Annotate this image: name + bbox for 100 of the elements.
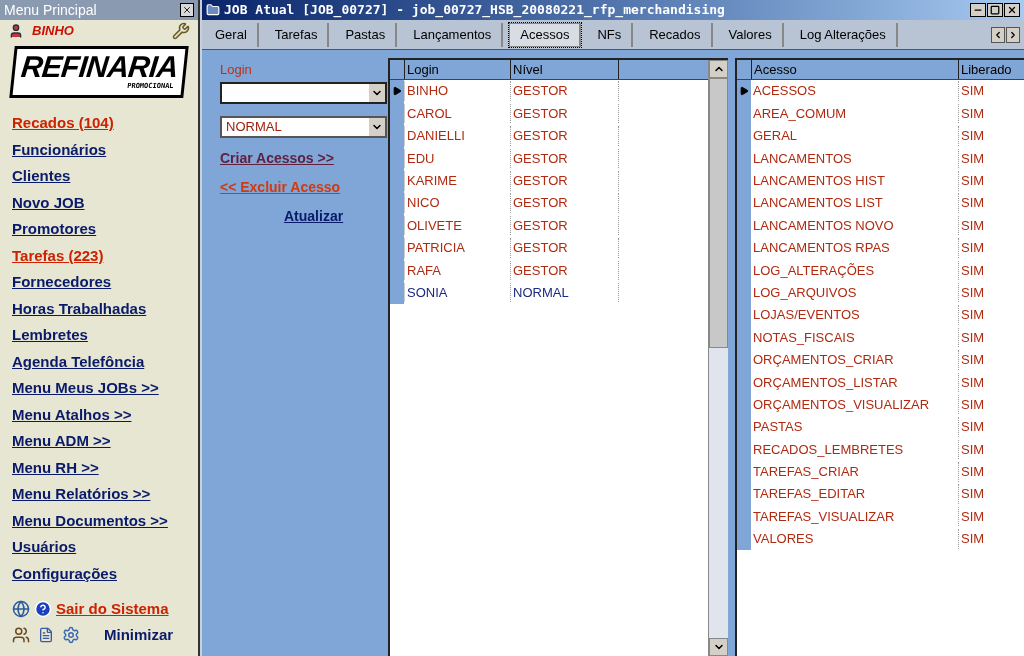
column-header[interactable]: Liberado — [958, 60, 1024, 79]
table-cell: SIM — [958, 148, 1024, 169]
menu-link[interactable]: Lembretes — [12, 324, 88, 345]
tab[interactable]: Log Alterações — [789, 22, 898, 47]
row-header-cell[interactable] — [737, 527, 751, 551]
table-cell: PATRICIA — [404, 238, 510, 258]
menu-link[interactable]: Menu Documentos >> — [12, 509, 168, 531]
globe-icon[interactable] — [12, 599, 30, 618]
menu-link[interactable]: Clientes — [12, 165, 71, 186]
table-cell: SIM — [958, 171, 1024, 191]
table-cell-text: LANCAMENTOS HIST — [752, 172, 886, 190]
menu-link[interactable]: Configurações — [12, 562, 117, 584]
table-cell-text: PASTAS — [752, 418, 804, 437]
menu-link[interactable]: Recados (104) — [12, 112, 114, 133]
tab[interactable]: Valores — [718, 22, 784, 47]
tab[interactable]: Tarefas — [264, 22, 330, 47]
document-icon[interactable] — [38, 627, 54, 644]
table-cell: SONIA — [404, 282, 510, 303]
users-icon[interactable] — [12, 626, 30, 645]
column-header[interactable]: Nível — [510, 60, 619, 79]
settings-icon[interactable] — [62, 626, 80, 645]
wrench-icon[interactable] — [172, 22, 190, 40]
table-cell: GESTOR — [510, 103, 619, 124]
table-cell: OLIVETE — [404, 215, 510, 236]
menu-link[interactable]: Novo JOB — [12, 191, 85, 213]
table-cell: SIM — [958, 439, 1024, 460]
login-label: Login — [220, 61, 253, 79]
table-cell: GESTOR — [510, 81, 619, 101]
row-header-cell[interactable] — [390, 281, 404, 304]
tab-scroll-left[interactable] — [991, 26, 1005, 43]
table-cell-text: RECADOS_LEMBRETES — [752, 440, 905, 459]
table-cell-text: LANCAMENTOS — [752, 149, 853, 168]
table-cell: SIM — [958, 417, 1024, 437]
menu-link[interactable]: Menu RH >> — [12, 456, 99, 478]
menu-link[interactable]: Horas Trabalhadas — [12, 297, 147, 319]
exit-link[interactable]: Sair do Sistema — [56, 597, 169, 620]
table-cell: SIM — [958, 506, 1024, 527]
table-cell: SIM — [958, 193, 1024, 213]
minimize-link[interactable]: Minimizar — [104, 624, 174, 647]
table-cell: SIM — [958, 305, 1024, 325]
table-cell: EDU — [404, 148, 510, 169]
table-cell: SIM — [958, 126, 1024, 146]
table-cell-text: TAREFAS_CRIAR — [752, 463, 860, 482]
table-cell: SIM — [958, 81, 1024, 101]
login-select[interactable] — [220, 81, 387, 104]
right-icon — [1008, 29, 1018, 40]
maximize-button[interactable] — [987, 3, 1003, 17]
tab[interactable]: Acessos — [509, 22, 582, 47]
scrollbar[interactable] — [708, 60, 728, 656]
table-cell: GESTOR — [510, 148, 619, 169]
table-cell: SIM — [958, 103, 1024, 124]
table-cell-text: ORÇAMENTOS_LISTAR — [752, 373, 899, 392]
menu-link[interactable]: Usuários — [12, 536, 77, 557]
table-cell: DANIELLI — [404, 126, 510, 146]
close-icon — [182, 5, 192, 15]
menu-link[interactable]: Menu Relatórios >> — [12, 483, 151, 504]
table-cell-text: TAREFAS_VISUALIZAR — [752, 507, 896, 526]
menu-link[interactable]: Menu Atalhos >> — [12, 403, 132, 425]
refresh-link[interactable]: Atualizar — [284, 205, 344, 227]
menu-link[interactable]: Menu Meus JOBs >> — [12, 377, 159, 398]
row-header-cell[interactable] — [737, 80, 751, 103]
menu-link[interactable]: Funcionários — [12, 138, 107, 160]
close-button[interactable] — [1004, 3, 1020, 17]
help-icon[interactable] — [34, 599, 52, 618]
tab-scroll-right[interactable] — [1006, 26, 1020, 43]
user-name: BINHO — [32, 22, 74, 41]
close-button[interactable] — [180, 3, 194, 17]
row-header-cell[interactable] — [390, 80, 404, 103]
menu-link[interactable]: Promotores — [12, 218, 97, 239]
menu-link[interactable]: Menu ADM >> — [12, 430, 111, 451]
tab[interactable]: Pastas — [335, 22, 398, 47]
table-cell-text: TAREFAS_EDITAR — [752, 485, 867, 504]
level-select[interactable]: NORMAL — [220, 115, 387, 138]
menu-link[interactable]: Agenda Telefôncia — [12, 350, 145, 372]
table-cell-text: ORÇAMENTOS_VISUALIZAR — [752, 395, 931, 414]
menu-link[interactable]: Fornecedores — [12, 271, 112, 292]
table-cell: GESTOR — [510, 215, 619, 236]
table-cell: SIM — [958, 260, 1024, 281]
maximize-icon — [990, 5, 1000, 15]
column-header[interactable]: Acesso — [751, 60, 958, 79]
table-cell-text: GERAL — [752, 127, 799, 146]
table-cell: SIM — [958, 350, 1024, 370]
tab[interactable]: Geral — [205, 22, 259, 47]
table-cell: SIM — [958, 282, 1024, 303]
table-cell: GESTOR — [510, 126, 619, 146]
panel-title: Menu Principal — [4, 0, 97, 20]
tab[interactable]: Lançamentos — [403, 22, 504, 47]
minimize-button[interactable] — [970, 3, 986, 17]
table-cell: SIM — [958, 529, 1024, 549]
table-cell: NORMAL — [510, 282, 619, 303]
window-title: JOB Atual [JOB_00727] - job_00727_HSB_20080221_rfp_merchandising — [224, 1, 725, 20]
table-cell: SIM — [958, 484, 1024, 504]
table-cell: RAFA — [404, 260, 510, 281]
column-header[interactable]: Login — [404, 60, 510, 79]
table-cell: NICO — [404, 193, 510, 213]
tab[interactable]: NFs — [587, 22, 634, 47]
menu-link[interactable]: Tarefas (223) — [12, 244, 104, 266]
table-cell-text: LOG_ALTERAÇÕES — [752, 261, 876, 280]
tab[interactable]: Recados — [639, 22, 713, 47]
create-access-link[interactable]: Criar Acessos >> — [220, 147, 334, 169]
